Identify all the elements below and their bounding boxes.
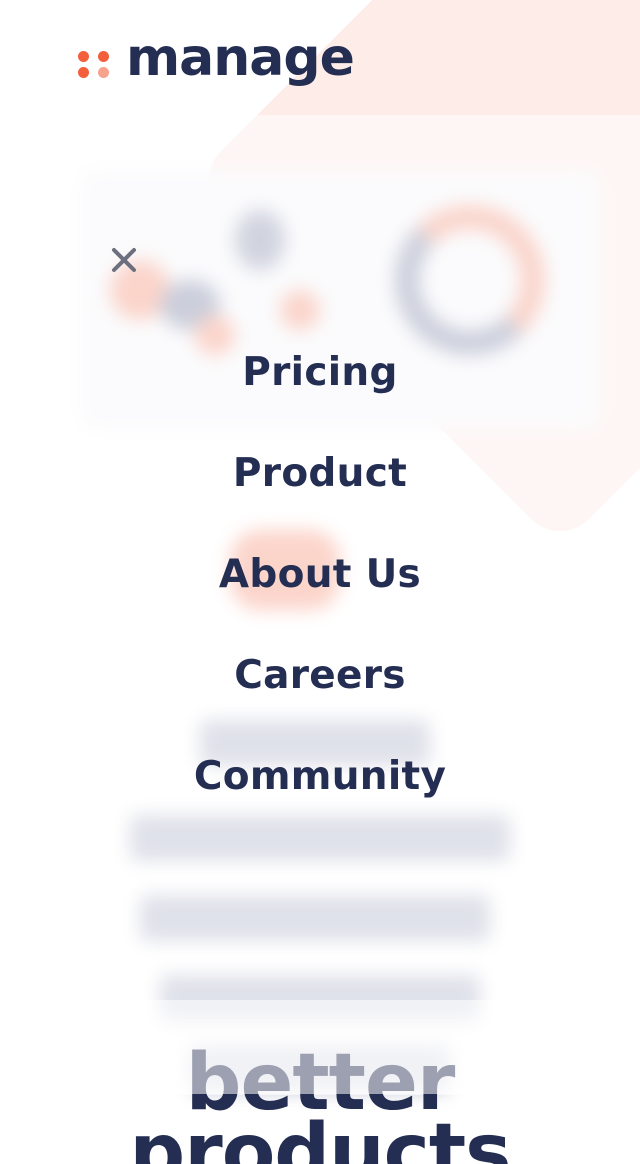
nav-link-pricing[interactable]: Pricing [242, 350, 397, 397]
nav-link-product[interactable]: Product [233, 451, 407, 498]
logo-link[interactable]: manage [78, 32, 355, 84]
mobile-nav-menu: Pricing Product About Us Careers Communi… [0, 350, 640, 855]
nav-item-pricing: Pricing [0, 350, 640, 451]
nav-link-community[interactable]: Community [194, 754, 446, 801]
nav-item-community: Community [0, 754, 640, 855]
close-icon [112, 248, 136, 272]
nav-item-product: Product [0, 451, 640, 552]
close-menu-button[interactable] [104, 240, 144, 280]
header: manage [78, 30, 355, 90]
logo-text: manage [126, 28, 355, 88]
hero-headline-line: products [129, 1108, 511, 1164]
nav-item-careers: Careers [0, 653, 640, 754]
overlay-bottom-mask [0, 1000, 640, 1094]
logo-mark-icon [78, 43, 112, 78]
nav-link-careers[interactable]: Careers [234, 653, 406, 700]
nav-item-about-us: About Us [0, 552, 640, 653]
nav-link-about-us[interactable]: About Us [219, 552, 421, 599]
